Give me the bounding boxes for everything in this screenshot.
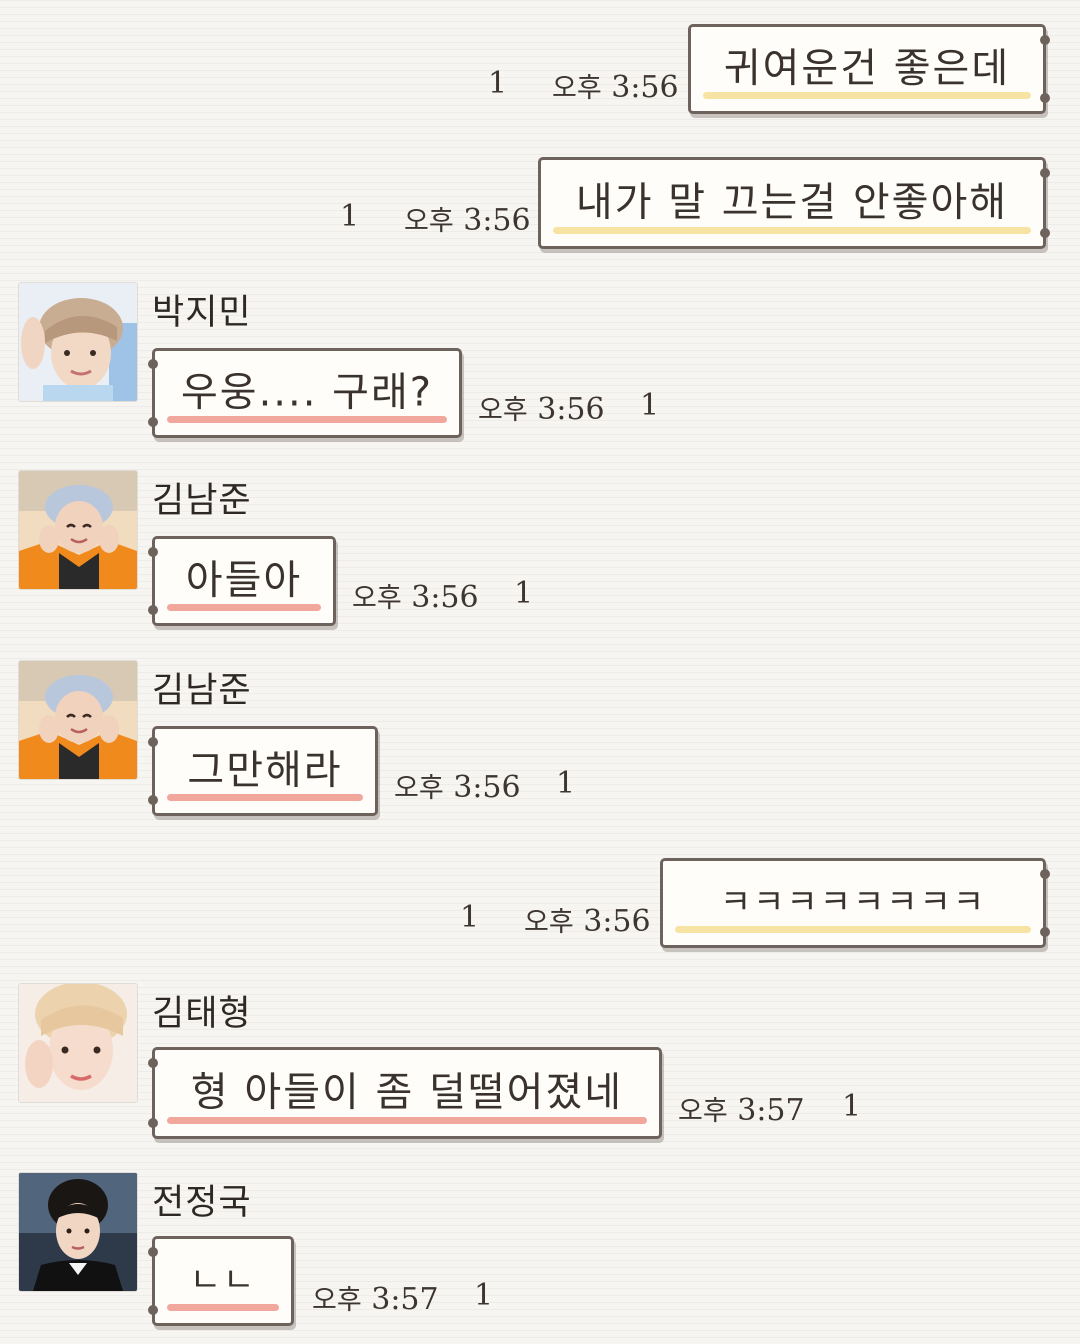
sender-name: 김남준 [152,671,252,711]
message-text: 그만해라 [187,747,343,794]
message-bubble[interactable]: 형 아들이 좀 덜떨어졌네 [148,1047,662,1139]
profile-photo-icon[interactable] [18,282,138,402]
message-time: 오후 3:56 [394,766,521,805]
message-text: ㄴㄴ [189,1260,257,1301]
message-time-value: 3:56 [453,770,521,805]
message-text: 형 아들이 좀 덜떨어졌네 [190,1069,624,1116]
message-bubble[interactable]: 귀여운건 좋은데 [688,24,1050,114]
unread-count: 1 [842,1089,862,1124]
message-bubble[interactable]: 우웅.... 구래? [148,348,462,438]
message-time-ampm: 오후 [524,907,574,938]
message-time-ampm: 오후 [478,395,528,426]
unread-count: 1 [474,1278,494,1313]
message-time-value: 3:56 [611,70,679,105]
bubble-highlight [167,794,363,801]
profile-photo-icon[interactable] [18,660,138,780]
message-text: 아들아 [185,557,303,604]
message-time-value: 3:56 [583,904,651,939]
message-time-ampm: 오후 [552,73,602,104]
message-time-ampm: 오후 [394,773,444,804]
message-bubble[interactable]: 내가 말 끄는걸 안좋아해 [538,157,1050,249]
message-time-value: 3:57 [371,1282,439,1317]
message-time: 오후 3:56 [524,900,651,939]
message-bubble[interactable]: ㄴㄴ [148,1236,294,1326]
message-time-ampm: 오후 [678,1096,728,1127]
message-time-ampm: 오후 [404,206,454,237]
bubble-highlight [703,92,1031,99]
sender-name: 김남준 [152,481,252,521]
unread-count: 1 [640,388,660,423]
message-time: 오후 3:57 [678,1089,805,1128]
bubble-highlight [167,416,447,423]
message-text: 우웅.... 구래? [180,369,433,416]
bubble-highlight [553,227,1031,234]
message-time-ampm: 오후 [312,1285,362,1316]
profile-photo-icon[interactable] [18,470,138,590]
unread-count: 1 [460,900,480,935]
unread-count: 1 [488,66,508,101]
message-text: ㅋㅋㅋㅋㅋㅋㅋㅋ [719,882,987,923]
bubble-highlight [675,926,1031,933]
sender-name: 박지민 [152,293,252,333]
message-time-ampm: 오후 [352,583,402,614]
unread-count: 1 [514,576,534,611]
sender-name: 전정국 [152,1183,252,1223]
message-time: 오후 3:56 [352,576,479,615]
message-time-value: 3:56 [411,580,479,615]
message-bubble[interactable]: ㅋㅋㅋㅋㅋㅋㅋㅋ [660,858,1050,948]
message-time-value: 3:57 [737,1093,805,1128]
sender-name: 김태형 [152,994,252,1034]
message-time-value: 3:56 [463,203,531,238]
message-time: 오후 3:56 [552,66,679,105]
message-text: 내가 말 끄는걸 안좋아해 [575,179,1009,226]
bubble-highlight [167,604,321,611]
chat-message-list[interactable]: 1 오후 3:56 귀여운건 좋은데 1 오후 3:56 내가 말 끄는걸 안좋… [0,0,1080,1344]
profile-photo-icon[interactable] [18,983,138,1103]
unread-count: 1 [556,766,576,801]
message-time: 오후 3:56 [478,388,605,427]
message-time-value: 3:56 [537,392,605,427]
unread-count: 1 [340,199,360,234]
message-time: 오후 3:57 [312,1278,439,1317]
bubble-highlight [167,1117,647,1124]
message-bubble[interactable]: 아들아 [148,536,336,626]
profile-photo-icon[interactable] [18,1172,138,1292]
message-bubble[interactable]: 그만해라 [148,726,378,816]
message-time: 오후 3:56 [404,199,531,238]
message-text: 귀여운건 좋은데 [723,45,1011,92]
bubble-highlight [167,1304,279,1311]
